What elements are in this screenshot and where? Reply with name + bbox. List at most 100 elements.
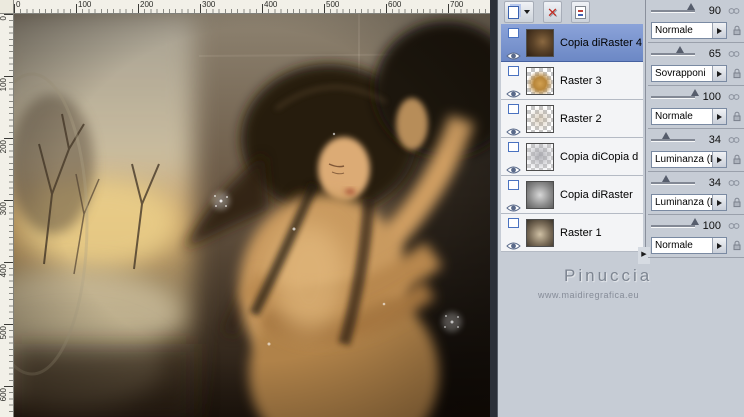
layer-thumbnail[interactable] xyxy=(526,218,554,247)
link-icon[interactable] xyxy=(728,50,740,58)
layer-control-block: 34 Luminanza (L) xyxy=(648,129,744,172)
blend-mode-value: Normale xyxy=(655,240,693,251)
layer-name: Copia diRaster 4 xyxy=(560,36,642,49)
canvas-image[interactable] xyxy=(14,14,490,417)
ruler-label: 0 xyxy=(16,0,21,9)
visibility-eye-icon[interactable] xyxy=(505,162,521,173)
ruler-vertical[interactable]: 0 100 200 300 400 500 600 xyxy=(0,14,14,417)
layer-row[interactable]: Copia diRaster xyxy=(501,176,643,214)
link-icon[interactable] xyxy=(728,179,740,187)
blend-row: Normale xyxy=(651,108,744,125)
opacity-slider[interactable] xyxy=(651,3,695,12)
layer-icons-column xyxy=(501,65,523,97)
layer-type-icon xyxy=(507,103,519,114)
blend-mode-select[interactable]: Normale xyxy=(651,108,727,125)
opacity-row: 90 xyxy=(651,3,744,18)
layers-toolbar: ✕ xyxy=(501,1,641,23)
visibility-eye-icon[interactable] xyxy=(505,86,521,97)
opacity-slider-thumb[interactable] xyxy=(661,175,670,182)
ruler-label: 500 xyxy=(326,0,340,9)
ruler-label: 300 xyxy=(0,202,8,216)
blend-row: Luminanza (L) xyxy=(651,194,744,211)
opacity-slider-thumb[interactable] xyxy=(691,218,699,225)
layer-type-icon xyxy=(507,179,519,190)
ruler-label: 200 xyxy=(140,0,154,9)
layer-thumbnail[interactable] xyxy=(526,28,554,57)
new-layer-button[interactable] xyxy=(504,1,534,23)
thumbnail-preview xyxy=(527,105,553,132)
ruler-label: 100 xyxy=(0,78,8,92)
ruler-label: 300 xyxy=(202,0,216,9)
visibility-eye-icon[interactable] xyxy=(505,200,521,211)
thumbnail-preview xyxy=(527,181,553,208)
opacity-value: 100 xyxy=(702,91,721,103)
opacity-value: 34 xyxy=(708,177,721,189)
link-icon[interactable] xyxy=(728,222,740,230)
ruler-label: 700 xyxy=(450,0,464,9)
lock-transparency-icon[interactable] xyxy=(732,68,742,79)
ruler-label: 500 xyxy=(0,326,8,340)
ruler-label: 600 xyxy=(0,388,8,402)
layer-name: Raster 1 xyxy=(560,226,602,239)
opacity-row: 100 xyxy=(651,218,744,233)
layer-type-icon xyxy=(507,217,519,228)
blend-mode-select[interactable]: Sovrapponi xyxy=(651,65,727,82)
layer-thumbnail[interactable] xyxy=(526,66,554,95)
layer-row[interactable]: Raster 2 xyxy=(501,100,643,138)
lock-transparency-icon[interactable] xyxy=(732,154,742,165)
ruler-label: 600 xyxy=(388,0,402,9)
edit-selection-button[interactable] xyxy=(570,1,590,23)
opacity-slider[interactable] xyxy=(651,218,699,227)
delete-icon: ✕ xyxy=(547,4,558,20)
lock-transparency-icon[interactable] xyxy=(732,25,742,36)
blend-row: Normale xyxy=(651,237,744,254)
opacity-row: 34 xyxy=(651,175,744,190)
visibility-eye-icon[interactable] xyxy=(505,238,521,249)
layer-control-block: 34 Luminanza (L) xyxy=(648,172,744,215)
blend-row: Luminanza (L) xyxy=(651,151,744,168)
ruler-horizontal[interactable]: 0 100 200 300 400 500 600 700 xyxy=(14,0,490,14)
thumbnail-preview xyxy=(527,143,553,170)
layer-type-icon xyxy=(507,141,519,152)
opacity-row: 100 xyxy=(651,89,744,104)
ruler-label: 200 xyxy=(0,140,8,154)
layer-control-block: 100 Normale xyxy=(648,86,744,129)
blend-row: Normale xyxy=(651,22,744,39)
layer-thumbnail[interactable] xyxy=(526,180,554,209)
opacity-slider[interactable] xyxy=(651,89,699,98)
blend-mode-select[interactable]: Luminanza (L) xyxy=(651,151,727,168)
delete-layer-button[interactable]: ✕ xyxy=(543,1,562,23)
layer-icons-column xyxy=(501,141,523,173)
blend-mode-value: Normale xyxy=(655,25,693,36)
combo-arrow-icon xyxy=(712,238,726,253)
opacity-slider[interactable] xyxy=(651,132,695,141)
opacity-slider[interactable] xyxy=(651,175,695,184)
link-icon[interactable] xyxy=(728,136,740,144)
opacity-slider-thumb[interactable] xyxy=(661,132,670,139)
opacity-slider-thumb[interactable] xyxy=(691,89,699,96)
link-icon[interactable] xyxy=(728,7,740,15)
new-layer-icon xyxy=(508,5,519,19)
opacity-slider-thumb[interactable] xyxy=(675,46,684,53)
layer-icons-column xyxy=(501,27,523,59)
blend-row: Sovrapponi xyxy=(651,65,744,82)
thumbnail-preview xyxy=(527,29,553,56)
opacity-slider-thumb[interactable] xyxy=(686,3,695,10)
layer-row[interactable]: Copia diCopia d xyxy=(501,138,643,176)
lock-transparency-icon[interactable] xyxy=(732,111,742,122)
layer-thumbnail[interactable] xyxy=(526,104,554,133)
blend-mode-select[interactable]: Normale xyxy=(651,22,727,39)
layer-name: Raster 2 xyxy=(560,112,602,125)
blend-mode-select[interactable]: Normale xyxy=(651,237,727,254)
link-icon[interactable] xyxy=(728,93,740,101)
lock-transparency-icon[interactable] xyxy=(732,197,742,208)
layer-thumbnail[interactable] xyxy=(526,142,554,171)
layer-row[interactable]: Raster 1 xyxy=(501,214,643,252)
visibility-eye-icon[interactable] xyxy=(505,48,521,59)
layer-row[interactable]: Copia diRaster 4 xyxy=(501,24,643,62)
layer-row[interactable]: Raster 3 xyxy=(501,62,643,100)
blend-mode-select[interactable]: Luminanza (L) xyxy=(651,194,727,211)
lock-transparency-icon[interactable] xyxy=(732,240,742,251)
opacity-slider[interactable] xyxy=(651,46,695,55)
visibility-eye-icon[interactable] xyxy=(505,124,521,135)
